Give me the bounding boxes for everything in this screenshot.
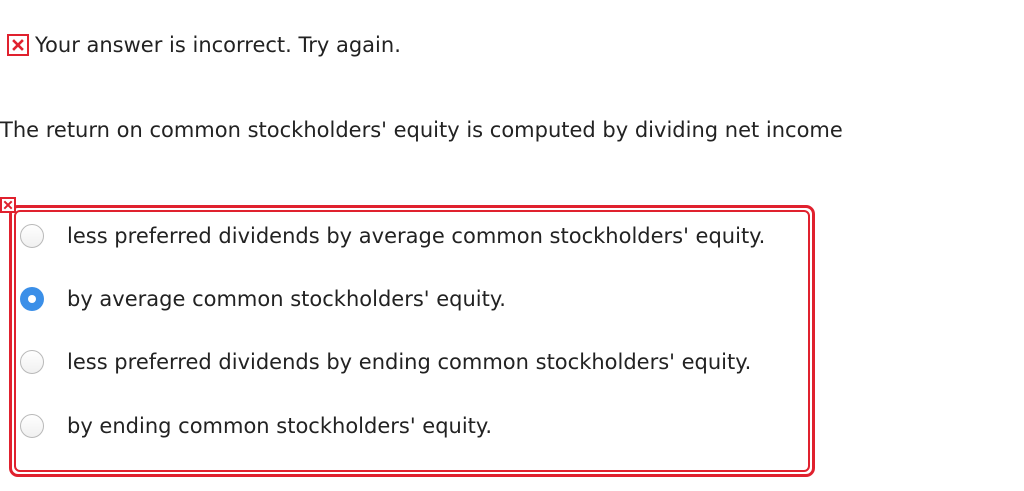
- choice-label-1: less preferred dividends by average comm…: [67, 224, 766, 248]
- feedback-message: Your answer is incorrect. Try again.: [7, 33, 401, 57]
- choice-label-4: by ending common stockholders' equity.: [67, 414, 493, 438]
- choice-option-3[interactable]: less preferred dividends by ending commo…: [20, 349, 751, 375]
- question-text: The return on common stockholders' equit…: [0, 118, 843, 142]
- choice-option-4[interactable]: by ending common stockholders' equity.: [20, 413, 492, 439]
- incorrect-x-icon: [7, 34, 29, 56]
- feedback-text: Your answer is incorrect. Try again.: [35, 33, 401, 57]
- radio-button-1[interactable]: [20, 224, 44, 248]
- choice-label-2: by average common stockholders' equity.: [67, 287, 506, 311]
- radio-button-2[interactable]: [20, 287, 44, 311]
- radio-button-3[interactable]: [20, 350, 44, 374]
- choice-option-1[interactable]: less preferred dividends by average comm…: [20, 223, 765, 249]
- choice-label-3: less preferred dividends by ending commo…: [67, 350, 752, 374]
- error-marker-icon: [0, 197, 16, 213]
- choice-option-2[interactable]: by average common stockholders' equity.: [20, 286, 506, 312]
- radio-button-4[interactable]: [20, 414, 44, 438]
